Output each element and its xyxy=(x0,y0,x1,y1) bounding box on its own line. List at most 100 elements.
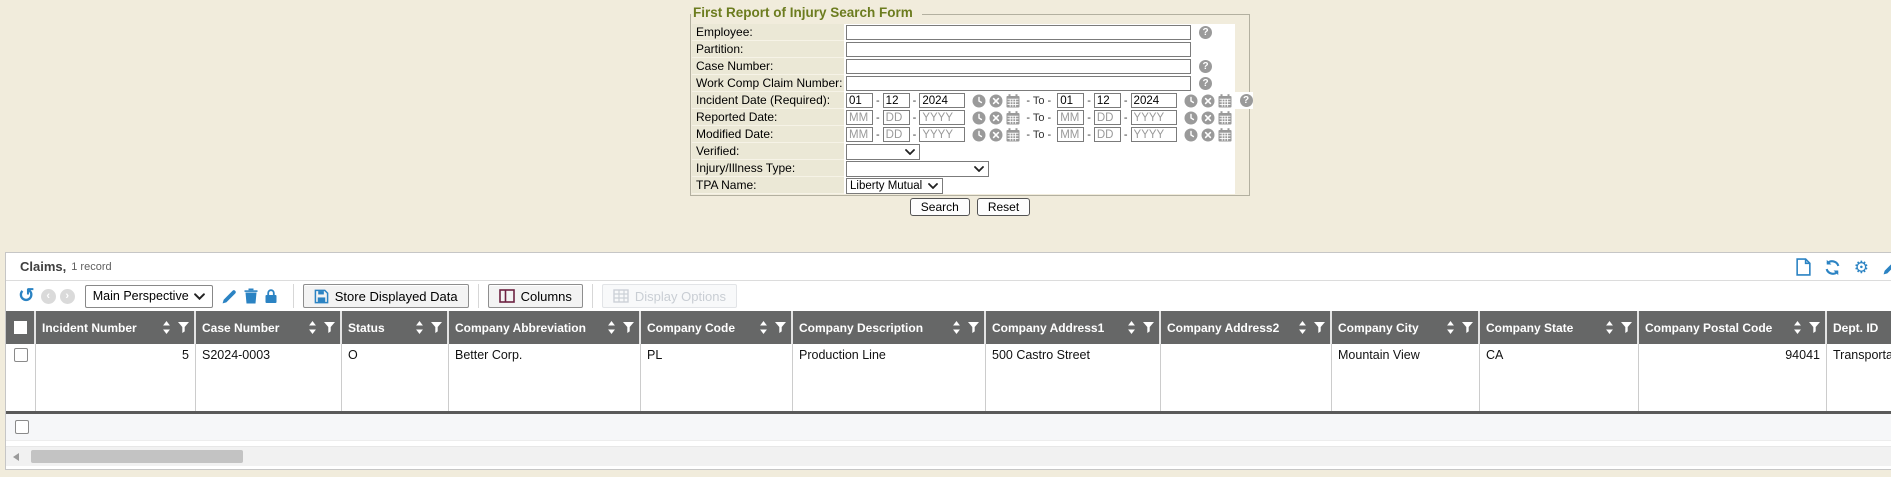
help-icon[interactable]: ? xyxy=(1240,94,1253,107)
column-header-company-code[interactable]: Company Code xyxy=(641,311,793,344)
modified-from-year-input[interactable] xyxy=(919,127,965,142)
verified-select[interactable] xyxy=(846,144,920,160)
calendar-icon[interactable] xyxy=(1218,128,1232,142)
horizontal-scrollbar[interactable] xyxy=(6,446,1891,466)
modified-to-month-input[interactable] xyxy=(1057,127,1084,142)
reported-to-year-input[interactable] xyxy=(1131,110,1177,125)
incident-from-day-input[interactable] xyxy=(883,93,910,108)
column-header-dept-id[interactable]: Dept. ID xyxy=(1827,311,1891,344)
calendar-icon[interactable] xyxy=(1006,111,1020,125)
incident-from-month-input[interactable] xyxy=(846,93,873,108)
next-perspective-icon[interactable]: › xyxy=(60,289,75,304)
clock-icon[interactable] xyxy=(972,128,986,142)
reported-from-day-input[interactable] xyxy=(883,110,910,125)
incident-to-month-input[interactable] xyxy=(1057,93,1084,108)
column-header-company-city[interactable]: Company City xyxy=(1332,311,1480,344)
clock-icon[interactable] xyxy=(1184,111,1198,125)
sort-icon[interactable] xyxy=(1298,321,1307,334)
clock-icon[interactable] xyxy=(1184,128,1198,142)
edit-perspective-pencil-icon[interactable] xyxy=(221,288,238,305)
sort-icon[interactable] xyxy=(759,321,768,334)
scroll-left-arrow-icon[interactable] xyxy=(13,453,19,461)
filter-funnel-icon[interactable] xyxy=(1621,322,1632,333)
calendar-icon[interactable] xyxy=(1006,128,1020,142)
help-icon[interactable]: ? xyxy=(1199,77,1212,90)
lock-perspective-icon[interactable] xyxy=(264,288,278,304)
sort-icon[interactable] xyxy=(607,321,616,334)
filter-funnel-icon[interactable] xyxy=(1809,322,1820,333)
filter-funnel-icon[interactable] xyxy=(623,322,634,333)
filter-funnel-icon[interactable] xyxy=(968,322,979,333)
reported-to-day-input[interactable] xyxy=(1094,110,1121,125)
clear-date-icon[interactable] xyxy=(989,128,1003,142)
reported-to-month-input[interactable] xyxy=(1057,110,1084,125)
work-comp-input[interactable] xyxy=(846,76,1191,91)
delete-perspective-trash-icon[interactable] xyxy=(244,288,258,304)
modified-from-month-input[interactable] xyxy=(846,127,873,142)
column-header-company-description[interactable]: Company Description xyxy=(793,311,986,344)
reset-button[interactable]: Reset xyxy=(977,198,1030,216)
edit-pencil-icon[interactable] xyxy=(1882,259,1891,276)
modified-from-day-input[interactable] xyxy=(883,127,910,142)
refresh-icon[interactable] xyxy=(1824,259,1841,276)
clear-date-icon[interactable] xyxy=(1201,128,1215,142)
clock-icon[interactable] xyxy=(972,111,986,125)
partition-input[interactable] xyxy=(846,42,1191,57)
search-button[interactable]: Search xyxy=(910,198,970,216)
filter-funnel-icon[interactable] xyxy=(324,322,335,333)
row-checkbox[interactable] xyxy=(14,348,28,362)
filter-funnel-icon[interactable] xyxy=(431,322,442,333)
filter-funnel-icon[interactable] xyxy=(178,322,189,333)
clear-date-icon[interactable] xyxy=(989,111,1003,125)
column-header-incident-number[interactable]: Incident Number xyxy=(36,311,196,344)
sort-icon[interactable] xyxy=(162,321,171,334)
filter-funnel-icon[interactable] xyxy=(1143,322,1154,333)
filter-funnel-icon[interactable] xyxy=(1314,322,1325,333)
calendar-icon[interactable] xyxy=(1218,111,1232,125)
reported-from-year-input[interactable] xyxy=(919,110,965,125)
incident-to-year-input[interactable] xyxy=(1131,93,1177,108)
column-header-status[interactable]: Status xyxy=(342,311,449,344)
help-icon[interactable]: ? xyxy=(1199,26,1212,39)
clock-icon[interactable] xyxy=(972,94,986,108)
perspective-select[interactable]: Main Perspective xyxy=(85,285,213,308)
incident-to-day-input[interactable] xyxy=(1094,93,1121,108)
store-displayed-data-button[interactable]: Store Displayed Data xyxy=(303,284,469,308)
tpa-name-select[interactable]: Liberty Mutual xyxy=(846,178,943,194)
footer-checkbox[interactable] xyxy=(15,420,29,434)
modified-to-year-input[interactable] xyxy=(1131,127,1177,142)
select-all-checkbox[interactable] xyxy=(14,321,27,334)
table-row[interactable]: 5 S2024-0003 O Better Corp. PL Productio… xyxy=(6,344,1891,411)
column-header-company-abbreviation[interactable]: Company Abbreviation xyxy=(449,311,641,344)
sort-icon[interactable] xyxy=(1446,321,1455,334)
sort-icon[interactable] xyxy=(308,321,317,334)
scrollbar-thumb[interactable] xyxy=(31,450,243,463)
sort-icon[interactable] xyxy=(415,321,424,334)
filter-funnel-icon[interactable] xyxy=(775,322,786,333)
injury-type-select[interactable] xyxy=(846,161,989,177)
gear-icon[interactable]: ⚙ xyxy=(1854,259,1869,276)
sort-icon[interactable] xyxy=(1605,321,1614,334)
undo-icon[interactable]: ↺ xyxy=(18,286,35,306)
column-header-company-address1[interactable]: Company Address1 xyxy=(986,311,1161,344)
clear-date-icon[interactable] xyxy=(1201,111,1215,125)
sort-icon[interactable] xyxy=(1793,321,1802,334)
new-document-icon[interactable] xyxy=(1796,258,1811,276)
filter-funnel-icon[interactable] xyxy=(1462,322,1473,333)
column-header-company-postal-code[interactable]: Company Postal Code xyxy=(1639,311,1827,344)
modified-to-day-input[interactable] xyxy=(1094,127,1121,142)
columns-button[interactable]: Columns xyxy=(488,284,583,308)
incident-from-year-input[interactable] xyxy=(919,93,965,108)
employee-input[interactable] xyxy=(846,25,1191,40)
help-icon[interactable]: ? xyxy=(1199,60,1212,73)
calendar-icon[interactable] xyxy=(1006,94,1020,108)
clear-date-icon[interactable] xyxy=(989,94,1003,108)
clear-date-icon[interactable] xyxy=(1201,94,1215,108)
column-header-case-number[interactable]: Case Number xyxy=(196,311,342,344)
clock-icon[interactable] xyxy=(1184,94,1198,108)
column-header-company-state[interactable]: Company State xyxy=(1480,311,1639,344)
case-number-input[interactable] xyxy=(846,59,1191,74)
column-header-company-address2[interactable]: Company Address2 xyxy=(1161,311,1332,344)
calendar-icon[interactable] xyxy=(1218,94,1232,108)
reported-from-month-input[interactable] xyxy=(846,110,873,125)
